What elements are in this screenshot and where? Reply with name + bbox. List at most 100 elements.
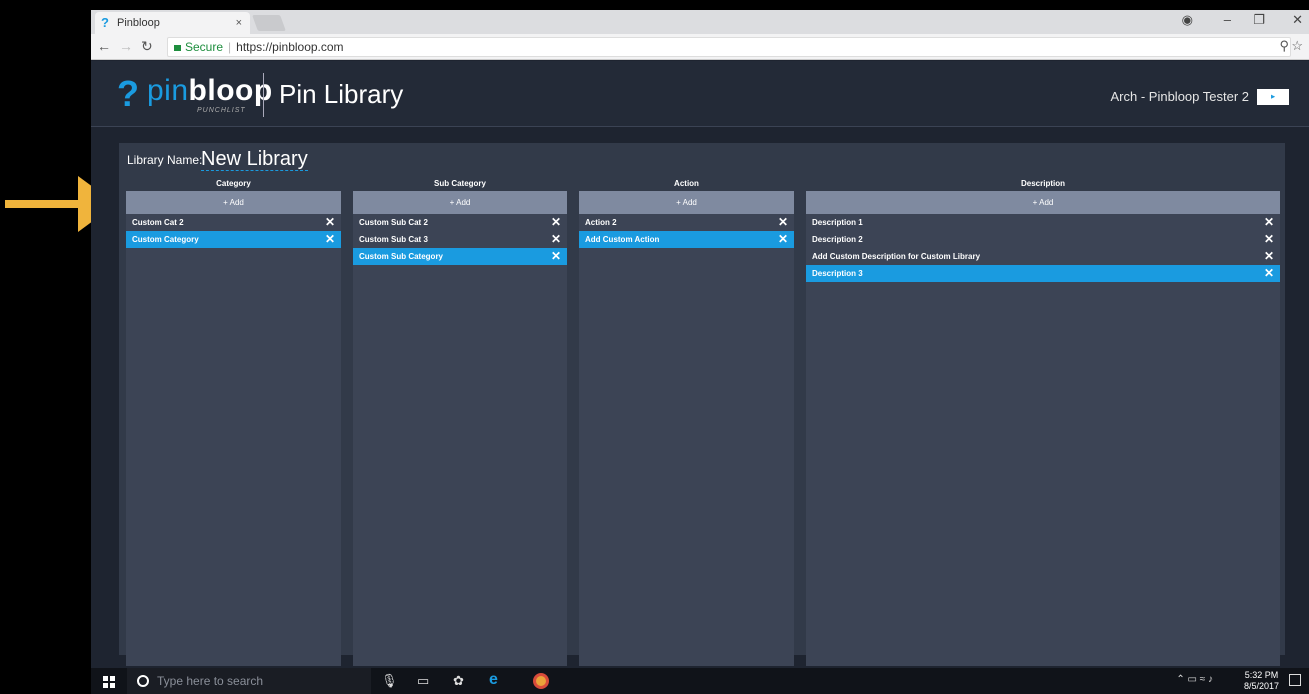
browser-window: ? Pinbloop × ◉ – ❐ ✕ ← → ↻ Secure | https:…: [91, 10, 1309, 668]
microphone-icon[interactable]: 🎙: [381, 673, 398, 689]
list-item[interactable]: Custom Cat 2 ✕: [126, 214, 341, 231]
taskbar-clock[interactable]: 5:32 PM 8/5/2017: [1244, 670, 1279, 692]
delete-icon[interactable]: ✕: [778, 231, 788, 248]
tab-title: Pinbloop: [117, 17, 160, 29]
url-text: https://pinbloop.com: [236, 40, 344, 54]
forward-icon[interactable]: →: [119, 38, 133, 54]
add-action-button[interactable]: + Add: [579, 191, 794, 214]
taskbar: Type here to search 🎙 ▭ ✿ e ⌃ ▭ ≈ ♪ 5:32…: [91, 668, 1309, 694]
url-separator: |: [228, 40, 232, 54]
window-close-icon[interactable]: ✕: [1292, 12, 1303, 28]
list-item-label: Custom Cat 2: [132, 218, 184, 227]
list-item-label: Description 2: [812, 235, 863, 244]
column-list: Custom Cat 2 ✕ Custom Category ✕: [126, 214, 341, 666]
browser-tab[interactable]: ? Pinbloop ×: [95, 12, 250, 34]
delete-icon[interactable]: ✕: [551, 231, 561, 248]
description-column: Description + Add Description 1 ✕ Descript…: [806, 178, 1280, 666]
list-item[interactable]: Custom Sub Cat 3 ✕: [353, 231, 567, 248]
delete-icon[interactable]: ✕: [1264, 231, 1274, 248]
annotation-arrow-shaft: [5, 200, 81, 208]
tab-close-icon[interactable]: ×: [236, 12, 242, 34]
sub-category-column: Sub Category + Add Custom Sub Cat 2 ✕ Cust…: [353, 178, 567, 666]
list-item-label: Custom Sub Category: [359, 252, 444, 261]
restore-icon[interactable]: ❐: [1253, 12, 1265, 28]
windows-start-icon[interactable]: [103, 676, 115, 688]
zoom-icon[interactable]: ⚲: [1279, 38, 1289, 54]
app-icon[interactable]: ✿: [453, 673, 464, 689]
header-divider: [263, 73, 264, 117]
list-item[interactable]: Add Custom Description for Custom Librar…: [806, 248, 1280, 265]
list-item[interactable]: Description 3 ✕: [806, 265, 1280, 282]
column-header: Action: [674, 179, 699, 188]
minimize-icon[interactable]: –: [1224, 12, 1231, 27]
chrome-browser-icon[interactable]: [533, 673, 549, 689]
app-header: ? pinbloop PUNCHLIST Pin Library Arch - …: [91, 61, 1309, 127]
task-view-icon[interactable]: ▭: [417, 673, 429, 689]
library-panel: Library Name: New Library Category + Add…: [119, 143, 1285, 666]
column-list: Description 1 ✕ Description 2 ✕ Add Custom D…: [806, 214, 1280, 666]
url-input[interactable]: Secure | https://pinbloop.com: [167, 37, 1291, 57]
column-header: Category: [216, 179, 251, 188]
list-item-label: Add Custom Description for Custom Librar…: [812, 252, 981, 261]
notification-icon[interactable]: [1289, 674, 1301, 686]
list-item[interactable]: Description 1 ✕: [806, 214, 1280, 231]
list-item-label: Custom Sub Cat 3: [359, 235, 428, 244]
add-category-button[interactable]: + Add: [126, 191, 341, 214]
delete-icon[interactable]: ✕: [551, 214, 561, 231]
delete-icon[interactable]: ✕: [1264, 265, 1274, 282]
taskbar-search-input[interactable]: Type here to search: [127, 668, 371, 694]
pinbloop-favicon-icon: ?: [101, 15, 109, 30]
list-item[interactable]: Custom Category ✕: [126, 231, 341, 248]
list-item[interactable]: Custom Sub Cat 2 ✕: [353, 214, 567, 231]
user-name[interactable]: Arch - Pinbloop Tester 2: [1111, 89, 1250, 104]
column-list: Action 2 ✕ Add Custom Action ✕: [579, 214, 794, 666]
system-tray-icons[interactable]: ⌃ ▭ ≈ ♪: [1176, 674, 1213, 685]
profile-icon[interactable]: ◉: [1182, 12, 1193, 28]
list-item[interactable]: Add Custom Action ✕: [579, 231, 794, 248]
library-name-label: Library Name:: [127, 153, 203, 167]
logo-subtitle: PUNCHLIST: [197, 107, 246, 114]
add-sub-category-button[interactable]: + Add: [353, 191, 567, 214]
pinbloop-logo-icon: ?: [117, 73, 139, 114]
add-description-button[interactable]: + Add: [806, 191, 1280, 214]
new-tab-button[interactable]: [252, 15, 286, 31]
secure-label: Secure: [185, 40, 224, 54]
list-item[interactable]: Custom Sub Category ✕: [353, 248, 567, 265]
back-icon[interactable]: ←: [97, 38, 111, 54]
tab-bar: ? Pinbloop × ◉ – ❐ ✕: [91, 10, 1309, 34]
cortana-icon: [137, 675, 149, 687]
bookmark-star-icon[interactable]: ☆: [1291, 38, 1303, 54]
clock-time: 5:32 PM: [1244, 670, 1279, 680]
address-bar: ← → ↻ Secure | https://pinbloop.com ⚲ ☆ ⋮: [91, 34, 1309, 60]
list-item[interactable]: Description 2 ✕: [806, 231, 1280, 248]
delete-icon[interactable]: ✕: [1264, 248, 1274, 265]
library-name-field[interactable]: New Library: [201, 148, 308, 171]
action-column: Action + Add Action 2 ✕ Add Custom Action ✕: [579, 178, 794, 666]
delete-icon[interactable]: ✕: [551, 248, 561, 265]
column-list: Custom Sub Cat 2 ✕ Custom Sub Cat 3 ✕ Custom…: [353, 214, 567, 666]
list-item-label: Custom Sub Cat 2: [359, 218, 428, 227]
delete-icon[interactable]: ✕: [1264, 214, 1274, 231]
menu-icon[interactable]: ⋮: [1304, 38, 1309, 54]
list-item-label: Action 2: [585, 218, 617, 227]
logo-wordmark: pinbloop: [147, 74, 273, 107]
company-logo-icon: ▶: [1257, 89, 1289, 105]
delete-icon[interactable]: ✕: [778, 214, 788, 231]
column-header: Description: [1020, 179, 1065, 188]
edge-browser-icon[interactable]: e: [489, 671, 498, 689]
list-item-label: Add Custom Action: [585, 235, 660, 244]
list-item-label: Description 1: [812, 218, 863, 227]
search-placeholder: Type here to search: [157, 674, 264, 688]
screenshot-root: ? Pinbloop × ◉ – ❐ ✕ ← → ↻ Secure | https:…: [0, 0, 1309, 694]
reload-icon[interactable]: ↻: [141, 38, 153, 55]
lock-icon: [174, 45, 181, 51]
list-item[interactable]: Action 2 ✕: [579, 214, 794, 231]
page-title: Pin Library: [279, 79, 404, 109]
list-item-label: Custom Category: [132, 235, 199, 244]
delete-icon[interactable]: ✕: [325, 231, 335, 248]
category-column: Category + Add Custom Cat 2 ✕ Custom Categ…: [126, 178, 341, 666]
delete-icon[interactable]: ✕: [325, 214, 335, 231]
list-item-label: Description 3: [812, 269, 863, 278]
clock-date: 8/5/2017: [1243, 681, 1279, 691]
column-header: Sub Category: [433, 179, 486, 188]
